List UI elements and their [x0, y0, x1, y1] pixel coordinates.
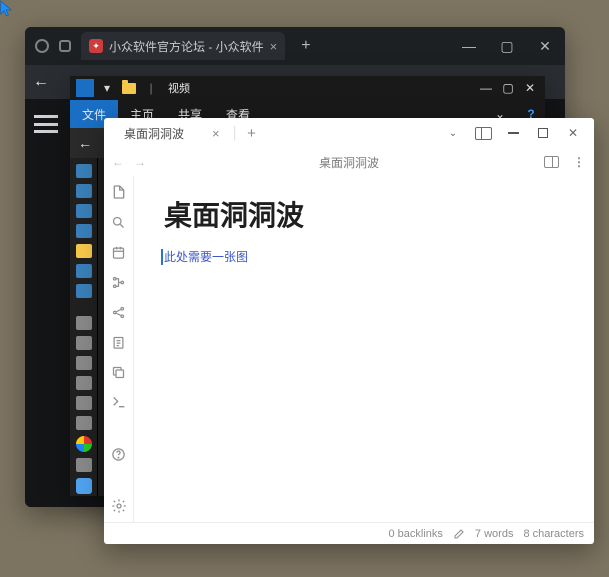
close-button[interactable]: ✕ [558, 121, 588, 145]
reading-mode-icon[interactable] [544, 156, 559, 168]
note-wikilink[interactable]: 此处需要一张图 [164, 248, 248, 265]
navpane-pin-icon[interactable] [76, 478, 92, 494]
note-tabbar: 桌面洞洞波 × │ + [114, 121, 428, 145]
files-icon[interactable] [111, 184, 127, 200]
back-button[interactable]: ← [33, 73, 49, 91]
navpane-item[interactable] [76, 284, 92, 298]
note-window: 桌面洞洞波 × │ + ⌄ ✕ ← → 桌面洞洞波 ⋮ [104, 118, 594, 544]
gear-icon[interactable] [111, 498, 127, 514]
sidebar-toggle-button[interactable] [468, 121, 498, 145]
minimize-button[interactable]: — [477, 79, 495, 97]
minimize-button[interactable]: — [455, 38, 483, 54]
note-body: 桌面洞洞波 此处需要一张图 [104, 176, 594, 522]
navpane-item-selected[interactable] [76, 244, 92, 258]
navpane-item[interactable] [76, 264, 92, 278]
status-characters[interactable]: 8 characters [523, 528, 584, 540]
note-tab[interactable]: 桌面洞洞波 × [114, 121, 230, 145]
navpane-chrome-icon[interactable] [76, 436, 92, 452]
help-icon[interactable] [111, 446, 127, 462]
note-statusbar: 0 backlinks 7 words 8 characters [104, 522, 594, 544]
app-icon [76, 79, 94, 97]
close-button[interactable]: ✕ [531, 38, 559, 55]
activity-bar [104, 176, 134, 522]
navpane-folder[interactable] [76, 316, 92, 330]
dropdown-button[interactable]: ⌄ [438, 121, 468, 145]
maximize-button[interactable] [528, 121, 558, 145]
nav-back-button[interactable]: ← [78, 135, 92, 151]
note-body-text: 此处需要一张图 [164, 250, 248, 264]
note-tab-close-button[interactable]: × [212, 126, 220, 141]
navpane-folder[interactable] [76, 356, 92, 370]
tree-icon[interactable] [111, 274, 127, 290]
note-heading[interactable]: 桌面洞洞波 [164, 194, 564, 234]
text-caret [161, 249, 163, 265]
command-icon[interactable] [111, 394, 127, 410]
explorer-title: 视频 [168, 80, 190, 96]
minimize-button[interactable] [498, 121, 528, 145]
tab-title: 小众软件官方论坛 - 小众软件 [109, 38, 264, 55]
navpane-folder[interactable] [76, 376, 92, 390]
navpane-item[interactable] [76, 204, 92, 218]
qat-save-icon[interactable]: ▾ [98, 79, 116, 97]
favicon-icon: ✦ [89, 39, 103, 53]
search-icon[interactable] [111, 214, 127, 230]
note-tab-title: 桌面洞洞波 [124, 125, 184, 142]
more-menu-button[interactable]: ⋮ [573, 155, 586, 169]
navpane-item[interactable] [76, 184, 92, 198]
close-button[interactable]: ✕ [521, 79, 539, 97]
navpane-folder[interactable] [76, 416, 92, 430]
status-backlinks[interactable]: 0 backlinks [388, 528, 442, 540]
page-sidebar [25, 99, 67, 507]
nav-back-button[interactable]: ← [112, 155, 124, 169]
system-icon [35, 39, 49, 53]
note-new-tab-button[interactable]: + [241, 125, 262, 142]
navpane-folder[interactable] [76, 458, 92, 472]
browser-tab[interactable]: ✦ 小众软件官方论坛 - 小众软件 × [81, 32, 285, 60]
navpane-item[interactable] [76, 224, 92, 238]
copy-icon[interactable] [111, 364, 127, 380]
status-words[interactable]: 7 words [475, 528, 514, 540]
nav-forward-button[interactable]: → [134, 155, 146, 169]
qat-divider: | [142, 79, 160, 97]
breadcrumb[interactable]: 桌面洞洞波 [319, 154, 379, 171]
pencil-icon[interactable] [453, 528, 465, 540]
qat-folder-icon[interactable] [120, 79, 138, 97]
note-titlebar[interactable]: 桌面洞洞波 × │ + ⌄ ✕ [104, 118, 594, 148]
doc-icon[interactable] [111, 334, 127, 350]
navpane-item[interactable] [76, 164, 92, 178]
maximize-button[interactable]: ▢ [499, 79, 517, 97]
graph-icon[interactable] [111, 304, 127, 320]
browser-titlebar[interactable]: ✦ 小众软件官方论坛 - 小众软件 × + — ▢ ✕ [25, 27, 565, 65]
explorer-qat: ▾ | 视频 — ▢ ✕ [70, 76, 545, 100]
profile-icon[interactable] [59, 40, 71, 52]
maximize-button[interactable]: ▢ [493, 38, 521, 55]
tab-close-button[interactable]: × [270, 39, 278, 54]
new-tab-button[interactable]: + [295, 37, 316, 55]
explorer-navpane[interactable] [70, 158, 98, 496]
note-editor[interactable]: 桌面洞洞波 此处需要一张图 [134, 176, 594, 522]
hamburger-icon[interactable] [34, 115, 58, 133]
navpane-folder[interactable] [76, 396, 92, 410]
note-window-controls: ⌄ ✕ [438, 121, 588, 145]
note-crumbbar: ← → 桌面洞洞波 ⋮ [104, 148, 594, 176]
navpane-folder[interactable] [76, 336, 92, 350]
mouse-cursor-icon [0, 0, 609, 20]
calendar-icon[interactable] [111, 244, 127, 260]
